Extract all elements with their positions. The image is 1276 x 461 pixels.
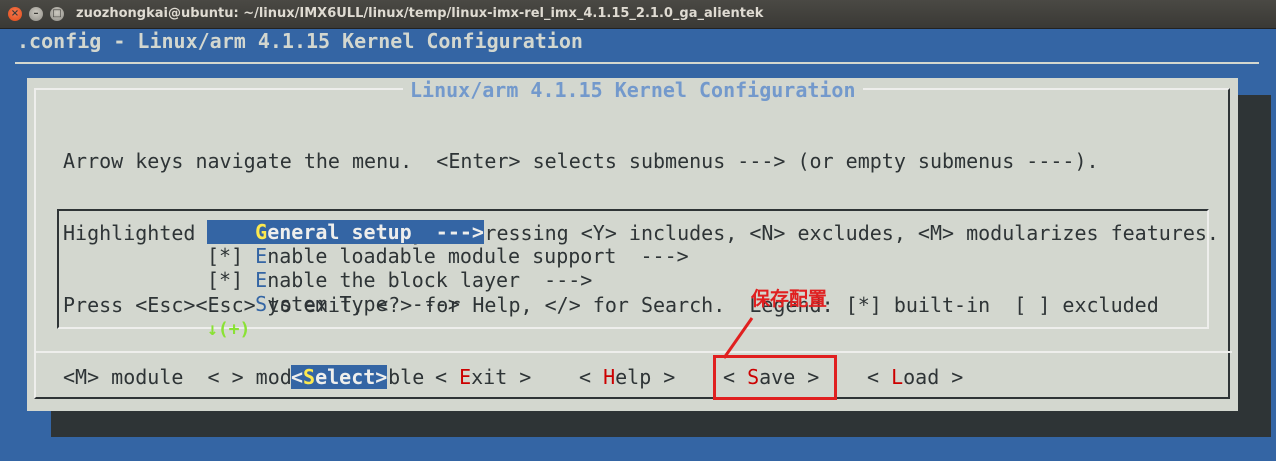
annotation-arrow-line — [722, 317, 754, 359]
save-config-annotation: 保存配置 — [751, 288, 828, 310]
save-annotation-box — [713, 355, 837, 400]
